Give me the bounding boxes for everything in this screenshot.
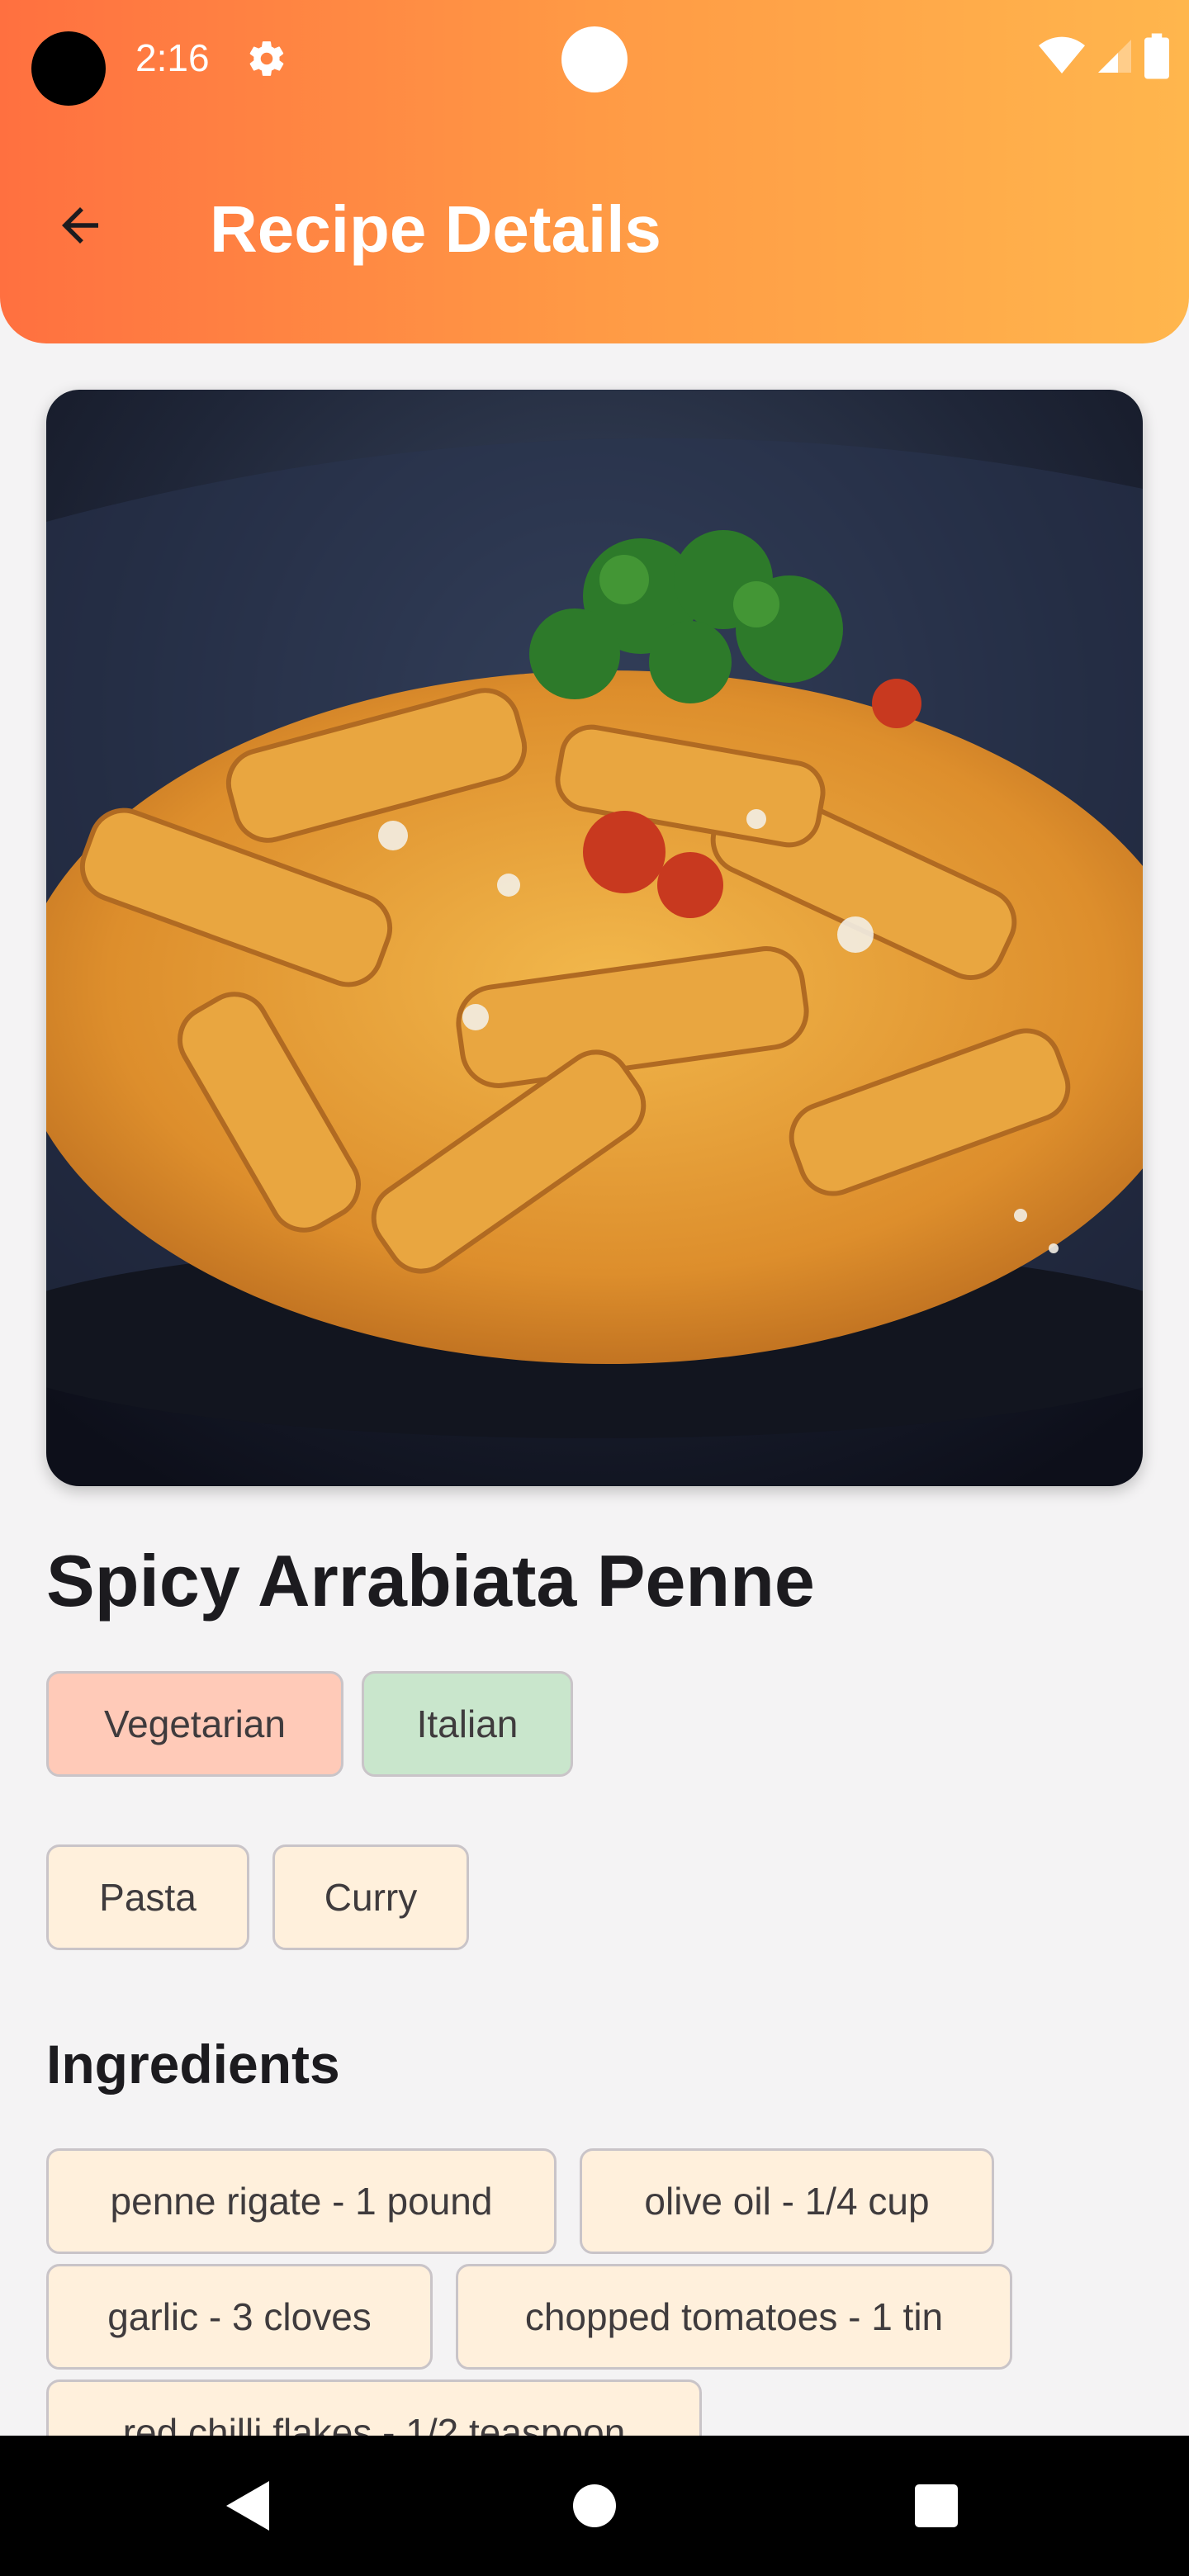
tag-chip-pasta[interactable]: Pasta xyxy=(46,1844,249,1950)
ingredient-chip[interactable]: olive oil - 1/4 cup xyxy=(580,2148,994,2254)
wifi-icon xyxy=(1039,36,1085,73)
triangle-back-icon[interactable] xyxy=(225,2479,271,2532)
tag-chip-vegetarian[interactable]: Vegetarian xyxy=(46,1671,343,1777)
status-time: 2:16 xyxy=(135,36,210,79)
recipe-name: Spicy Arrabiata Penne xyxy=(46,1540,815,1622)
ingredients-heading: Ingredients xyxy=(46,2034,340,2095)
ingredient-chip[interactable]: chopped tomatoes - 1 tin xyxy=(456,2264,1012,2370)
front-camera-dot xyxy=(561,26,628,92)
navigation-bar xyxy=(0,2436,1189,2576)
recipe-image xyxy=(46,390,1143,1486)
tag-chip-italian[interactable]: Italian xyxy=(362,1671,573,1777)
gear-icon xyxy=(249,41,284,76)
header: 2:16 Recipe Details xyxy=(0,0,1189,343)
arrow-back-icon[interactable] xyxy=(53,198,107,253)
cellular-signal-icon xyxy=(1098,40,1131,73)
tag-chip-curry[interactable]: Curry xyxy=(272,1844,469,1950)
system-icons xyxy=(1039,33,1169,79)
ingredient-chip[interactable]: penne rigate - 1 pound xyxy=(46,2148,557,2254)
circle-home-icon[interactable] xyxy=(573,2484,616,2527)
square-recents-icon[interactable] xyxy=(915,2484,958,2527)
ingredient-chip[interactable]: garlic - 3 cloves xyxy=(46,2264,433,2370)
camera-cutout xyxy=(31,31,106,106)
page-title: Recipe Details xyxy=(210,192,661,266)
app-bar: Recipe Details xyxy=(0,157,1189,297)
battery-icon xyxy=(1144,33,1169,79)
status-bar: 2:16 xyxy=(0,0,1189,116)
